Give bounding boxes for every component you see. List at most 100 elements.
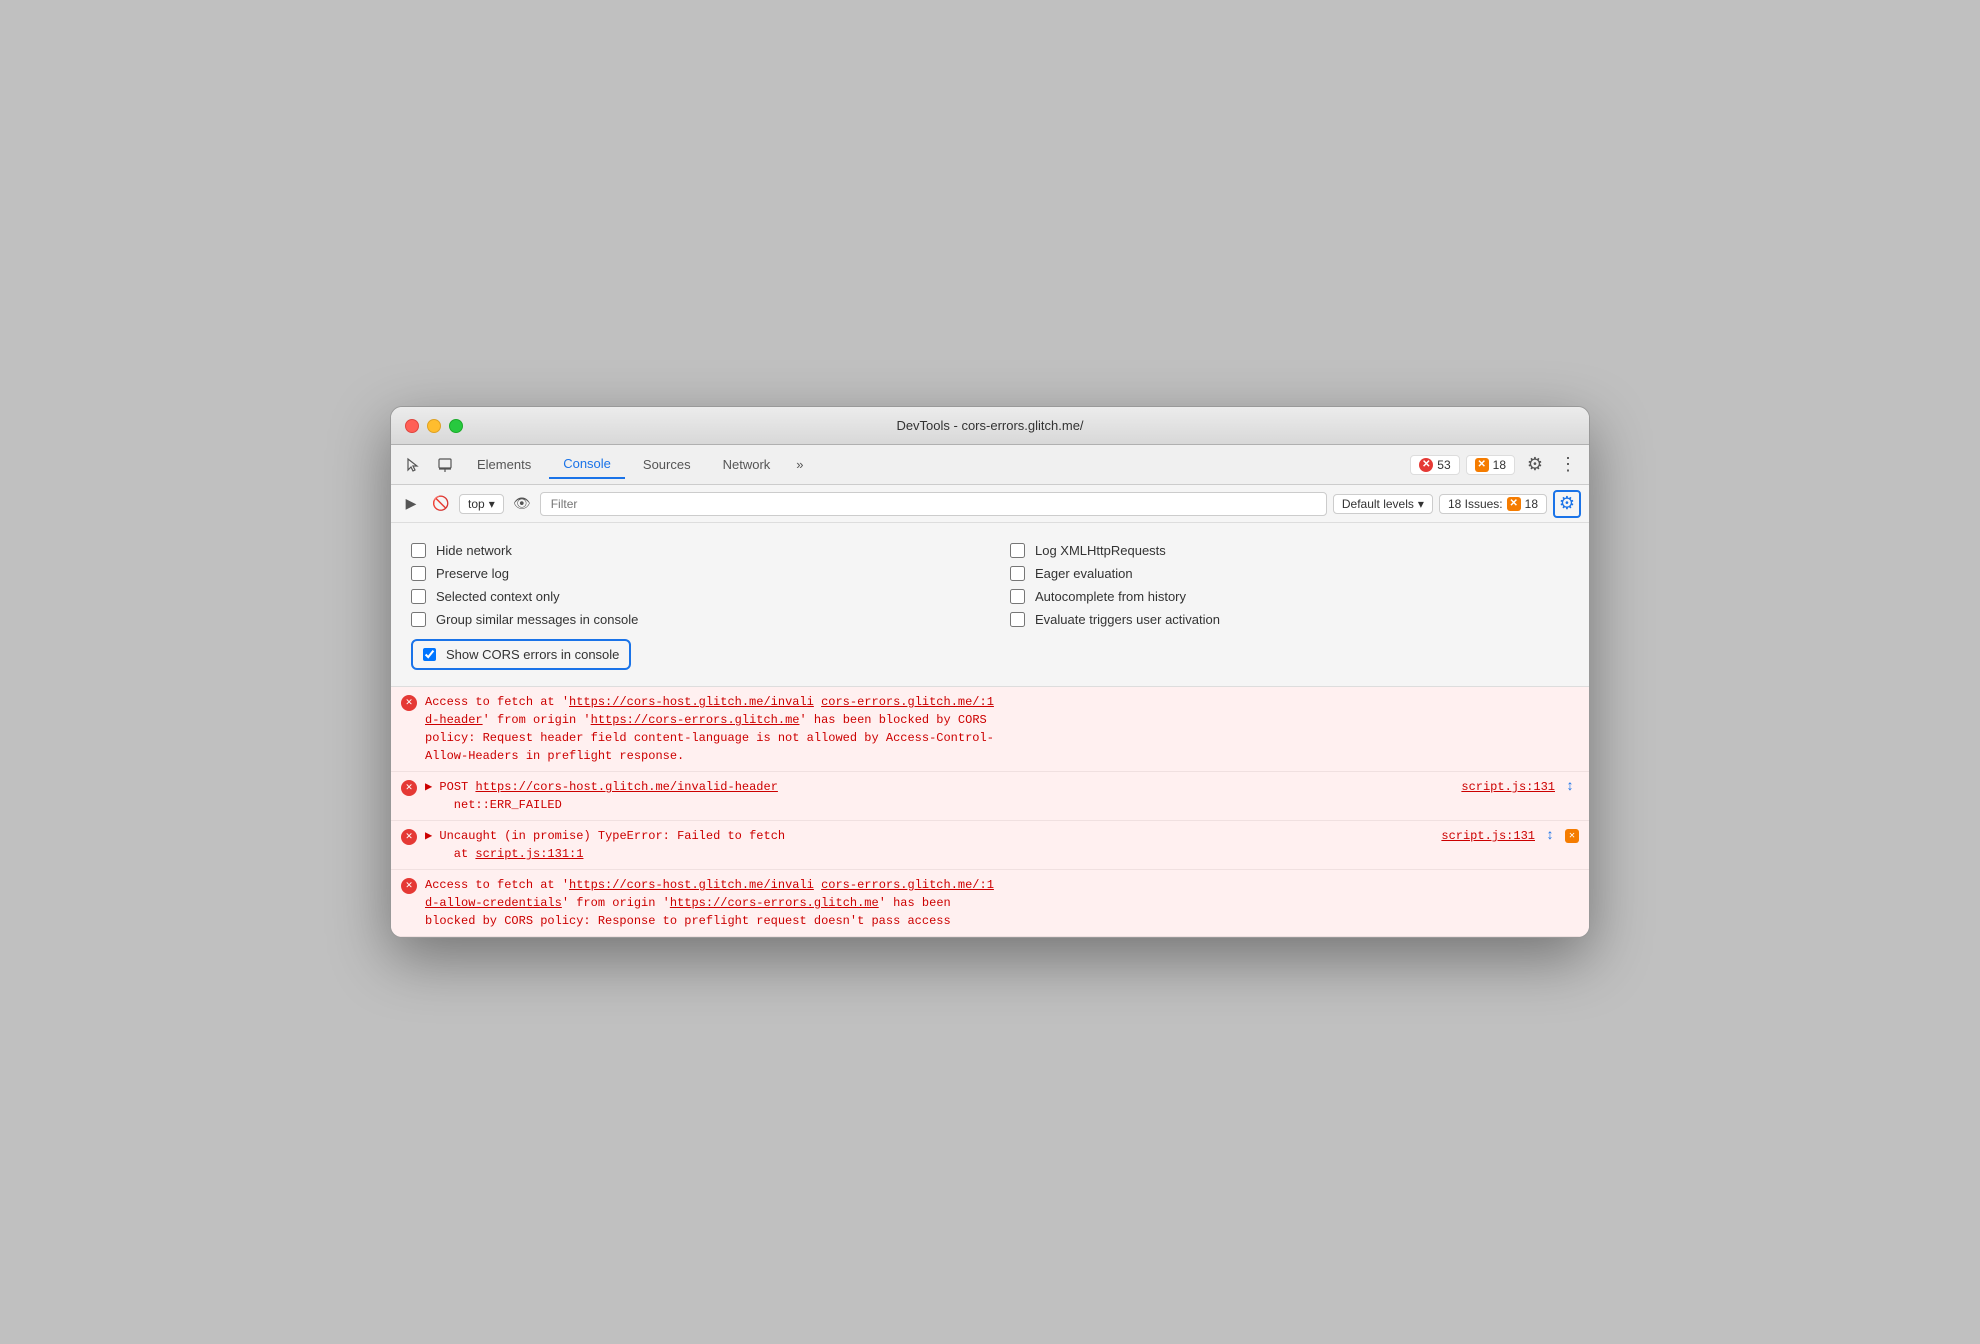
entry-1-link-4[interactable]: https://cors-errors.glitch.me xyxy=(591,713,800,727)
settings-button[interactable]: ⚙ xyxy=(1521,451,1549,479)
title-bar: DevTools - cors-errors.glitch.me/ xyxy=(391,407,1589,445)
hide-network-label[interactable]: Hide network xyxy=(436,543,512,558)
autocomplete-row: Autocomplete from history xyxy=(1010,585,1569,608)
autocomplete-checkbox[interactable] xyxy=(1010,589,1025,604)
entry-4-link-2[interactable]: cors-errors.glitch.me/:1 xyxy=(821,878,994,892)
preserve-log-label[interactable]: Preserve log xyxy=(436,566,509,581)
evaluate-triggers-checkbox[interactable] xyxy=(1010,612,1025,627)
error-icon-3: ✕ xyxy=(401,829,417,845)
warning-count-badge[interactable]: ✕ 18 xyxy=(1466,455,1515,475)
entry-3-source[interactable]: script.js:131 xyxy=(1441,827,1535,845)
entry-1-link-2[interactable]: cors-errors.glitch.me/:1 xyxy=(821,695,994,709)
settings-panel: Hide network Preserve log Selected conte… xyxy=(391,523,1589,687)
evaluate-triggers-label[interactable]: Evaluate triggers user activation xyxy=(1035,612,1220,627)
entry-2-post-link[interactable]: https://cors-host.glitch.me/invalid-head… xyxy=(475,780,777,794)
inspect-button[interactable] xyxy=(431,451,459,479)
context-selector[interactable]: top ▾ xyxy=(459,494,504,514)
group-similar-row: Group similar messages in console xyxy=(411,608,970,631)
group-similar-checkbox[interactable] xyxy=(411,612,426,627)
error-icon-4: ✕ xyxy=(401,878,417,894)
warning-icon: ✕ xyxy=(1475,458,1489,472)
entry-3-close-icon[interactable]: ✕ xyxy=(1565,829,1579,843)
show-cors-row: Show CORS errors in console xyxy=(411,639,631,670)
maximize-button[interactable] xyxy=(449,419,463,433)
more-tabs-button[interactable]: » xyxy=(788,453,811,476)
log-xml-row: Log XMLHttpRequests xyxy=(1010,539,1569,562)
preserve-log-checkbox[interactable] xyxy=(411,566,426,581)
toolbar-right: ✕ 53 ✕ 18 ⚙ ⋮ xyxy=(1410,450,1581,479)
entry-4-link-1[interactable]: https://cors-host.glitch.me/invali xyxy=(569,878,814,892)
entry-4-text: Access to fetch at 'https://cors-host.gl… xyxy=(425,876,1579,930)
log-levels-selector[interactable]: Default levels ▾ xyxy=(1333,494,1433,514)
tab-console[interactable]: Console xyxy=(549,450,625,479)
entry-2-source[interactable]: script.js:131 xyxy=(1461,778,1555,796)
error-icon-1: ✕ xyxy=(401,695,417,711)
entry-3-right: script.js:131 ↕ ✕ xyxy=(1429,827,1579,845)
entry-3-script-link[interactable]: script.js:131:1 xyxy=(475,847,583,861)
tab-sources[interactable]: Sources xyxy=(629,451,705,478)
autocomplete-label[interactable]: Autocomplete from history xyxy=(1035,589,1186,604)
window-title: DevTools - cors-errors.glitch.me/ xyxy=(896,418,1083,433)
entry-4-link-3[interactable]: d-allow-credentials xyxy=(425,896,562,910)
error-icon: ✕ xyxy=(1419,458,1433,472)
issues-count: 18 xyxy=(1525,497,1538,511)
pointer-tool-button[interactable] xyxy=(399,451,427,479)
eager-eval-row: Eager evaluation xyxy=(1010,562,1569,585)
error-count-badge[interactable]: ✕ 53 xyxy=(1410,455,1459,475)
console-entry-3: ✕ ▶ Uncaught (in promise) TypeError: Fai… xyxy=(391,821,1589,870)
console-entry-4: ✕ Access to fetch at 'https://cors-host.… xyxy=(391,870,1589,937)
console-entries: ✕ Access to fetch at 'https://cors-host.… xyxy=(391,687,1589,937)
entry-2-text: ▶ POST https://cors-host.glitch.me/inval… xyxy=(425,778,1441,814)
eager-eval-checkbox[interactable] xyxy=(1010,566,1025,581)
main-toolbar: Elements Console Sources Network » ✕ 53 … xyxy=(391,445,1589,485)
console-entry-1: ✕ Access to fetch at 'https://cors-host.… xyxy=(391,687,1589,772)
show-cors-label[interactable]: Show CORS errors in console xyxy=(446,647,619,662)
console-entry-2: ✕ ▶ POST https://cors-host.glitch.me/inv… xyxy=(391,772,1589,821)
entry-1-link-3[interactable]: d-header xyxy=(425,713,483,727)
filter-input[interactable] xyxy=(540,492,1327,516)
entry-1-text: Access to fetch at 'https://cors-host.gl… xyxy=(425,693,1579,765)
settings-grid: Hide network Preserve log Selected conte… xyxy=(411,539,1569,631)
group-similar-label[interactable]: Group similar messages in console xyxy=(436,612,638,627)
entry-3-text: ▶ Uncaught (in promise) TypeError: Faile… xyxy=(425,827,1421,863)
live-expressions-button[interactable]: 👁 xyxy=(510,492,534,516)
tab-network[interactable]: Network xyxy=(709,451,785,478)
more-options-button[interactable]: ⋮ xyxy=(1555,450,1581,479)
log-xml-checkbox[interactable] xyxy=(1010,543,1025,558)
entry-1-link-1[interactable]: https://cors-host.glitch.me/invali xyxy=(569,695,814,709)
traffic-lights xyxy=(405,419,463,433)
log-xml-label[interactable]: Log XMLHttpRequests xyxy=(1035,543,1166,558)
inspect-icon xyxy=(437,457,453,473)
hide-network-checkbox[interactable] xyxy=(411,543,426,558)
issues-label: 18 Issues: xyxy=(1448,497,1503,511)
cursor-icon xyxy=(405,457,421,473)
console-toolbar: ▶ 🚫 top ▾ 👁 Default levels ▾ 18 Issues: … xyxy=(391,485,1589,523)
selected-context-checkbox[interactable] xyxy=(411,589,426,604)
selected-context-row: Selected context only xyxy=(411,585,970,608)
entry-2-nav-icon[interactable]: ↕ xyxy=(1561,778,1579,796)
settings-col-left: Hide network Preserve log Selected conte… xyxy=(411,539,970,631)
tab-elements[interactable]: Elements xyxy=(463,451,545,478)
entry-3-expand[interactable]: ▶ xyxy=(425,829,432,843)
eager-eval-label[interactable]: Eager evaluation xyxy=(1035,566,1133,581)
warning-count: 18 xyxy=(1493,458,1506,472)
context-label: top xyxy=(468,497,485,511)
error-icon-2: ✕ xyxy=(401,780,417,796)
issues-badge[interactable]: 18 Issues: ✕ 18 xyxy=(1439,494,1547,514)
close-button[interactable] xyxy=(405,419,419,433)
execute-button[interactable]: ▶ xyxy=(399,492,423,516)
selected-context-label[interactable]: Selected context only xyxy=(436,589,560,604)
console-settings-button[interactable]: ⚙ xyxy=(1553,490,1581,518)
entry-2-expand[interactable]: ▶ xyxy=(425,780,432,794)
show-cors-checkbox[interactable] xyxy=(423,648,436,661)
entry-4-link-4[interactable]: https://cors-errors.glitch.me xyxy=(670,896,879,910)
entry-3-nav-icon[interactable]: ↕ xyxy=(1541,827,1559,845)
clear-console-button[interactable]: 🚫 xyxy=(429,492,453,516)
evaluate-triggers-row: Evaluate triggers user activation xyxy=(1010,608,1569,631)
devtools-window: DevTools - cors-errors.glitch.me/ Elemen… xyxy=(390,406,1590,938)
levels-dropdown-icon: ▾ xyxy=(1418,497,1424,511)
error-count: 53 xyxy=(1437,458,1450,472)
minimize-button[interactable] xyxy=(427,419,441,433)
issues-warning-icon: ✕ xyxy=(1507,497,1521,511)
entry-2-right: script.js:131 ↕ xyxy=(1449,778,1579,796)
